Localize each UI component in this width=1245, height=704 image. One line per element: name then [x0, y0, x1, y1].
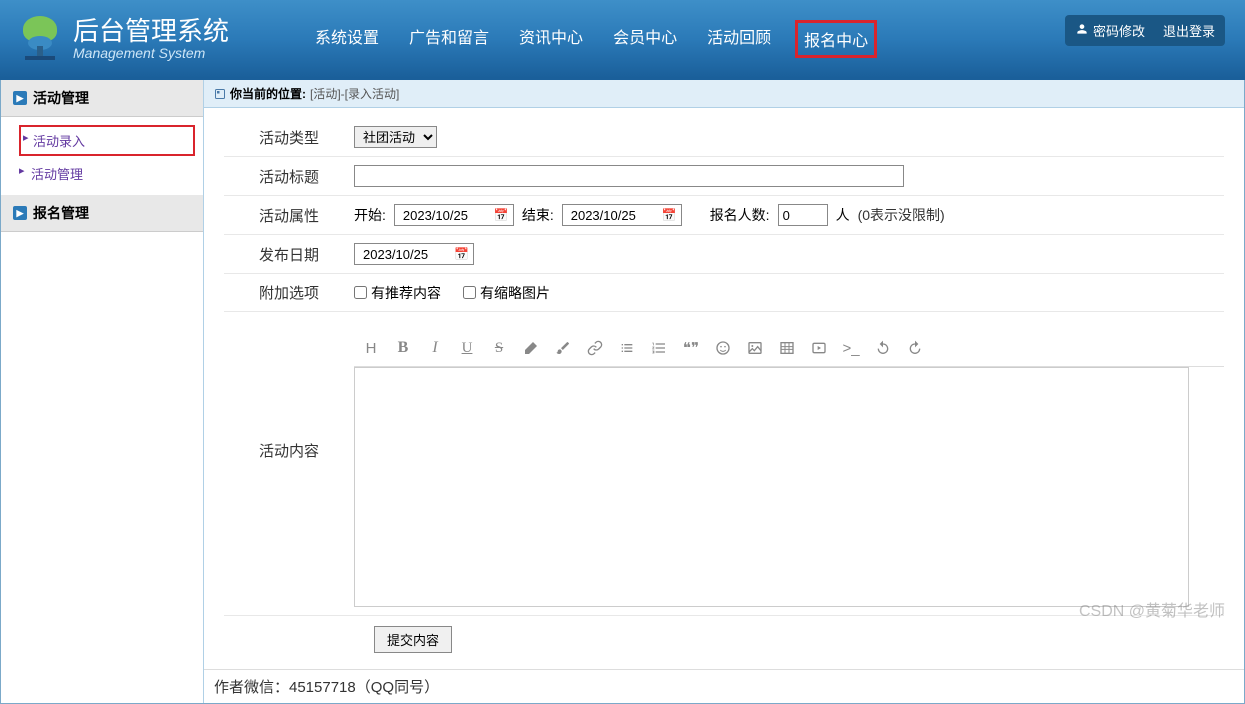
label-activity-type: 活动类型	[224, 127, 354, 148]
editor-image-button[interactable]	[742, 336, 768, 360]
sidebar-section-signup: ▶ 报名管理	[1, 195, 203, 232]
sidebar-section-activity: ▶ 活动管理 活动录入 活动管理	[1, 80, 203, 195]
editor-ol-button[interactable]	[646, 336, 672, 360]
editor-italic-button[interactable]: I	[422, 336, 448, 360]
hint-signup: (0表示没限制)	[858, 205, 945, 225]
change-password-button[interactable]: 密码修改	[1075, 21, 1145, 40]
editor-undo-button[interactable]	[870, 336, 896, 360]
editor-brush-button[interactable]	[550, 336, 576, 360]
label-content: 活动内容	[224, 330, 354, 461]
sidebar-header-activity[interactable]: ▶ 活动管理	[1, 80, 203, 117]
sidebar: ▶ 活动管理 活动录入 活动管理 ▶ 报名管理	[1, 80, 204, 703]
input-end-date-wrap[interactable]: 📅	[562, 204, 682, 226]
label-end: 结束:	[522, 205, 554, 225]
main-content: 你当前的位置: [活动]-[录入活动] 活动类型 社团活动 活动标题 活动属性	[204, 80, 1244, 703]
editor-code-button[interactable]: >_	[838, 336, 864, 360]
editor-quote-button[interactable]: ❝❞	[678, 336, 704, 360]
editor-bold-button[interactable]: B	[390, 336, 416, 360]
editor-video-button[interactable]	[806, 336, 832, 360]
breadcrumb-label: 你当前的位置:	[230, 85, 306, 102]
label-publish-date: 发布日期	[224, 244, 354, 265]
logout-button[interactable]: 退出登录	[1163, 21, 1215, 40]
nav-signup-center[interactable]: 报名中心	[795, 20, 877, 58]
editor-table-button[interactable]	[774, 336, 800, 360]
label-extra-options: 附加选项	[224, 282, 354, 303]
editor-emoji-button[interactable]	[710, 336, 736, 360]
breadcrumb: 你当前的位置: [活动]-[录入活动]	[204, 80, 1244, 108]
editor-textarea[interactable]	[354, 367, 1189, 607]
label-activity-attr: 活动属性	[224, 205, 354, 226]
logo-icon	[15, 14, 65, 64]
nav-news-center[interactable]: 资讯中心	[513, 20, 589, 58]
footer-text: 作者微信：45157718（QQ同号）	[204, 669, 1244, 703]
editor-toolbar: H B I U S ❝❞	[354, 330, 1224, 367]
input-end-date[interactable]	[567, 205, 662, 225]
calendar-icon[interactable]: 📅	[662, 208, 677, 222]
user-area: 密码修改 退出登录	[1065, 15, 1225, 46]
editor-ul-button[interactable]	[614, 336, 640, 360]
submit-button[interactable]: 提交内容	[374, 626, 452, 653]
sidebar-item-activity-entry[interactable]: 活动录入	[19, 125, 195, 156]
editor-strike-button[interactable]: S	[486, 336, 512, 360]
nav-ads-messages[interactable]: 广告和留言	[403, 20, 495, 58]
user-icon	[1075, 22, 1089, 39]
header: 后台管理系统 Management System 系统设置 广告和留言 资讯中心…	[0, 0, 1245, 80]
sidebar-item-activity-manage[interactable]: 活动管理	[1, 158, 203, 189]
location-icon	[214, 88, 226, 100]
editor-heading-button[interactable]: H	[358, 336, 384, 360]
label-start: 开始:	[354, 205, 386, 225]
editor-underline-button[interactable]: U	[454, 336, 480, 360]
editor-eraser-button[interactable]	[518, 336, 544, 360]
checkbox-thumbnail[interactable]: 有缩略图片	[463, 283, 550, 303]
checkbox-thumbnail-input[interactable]	[463, 286, 476, 299]
label-activity-title: 活动标题	[224, 166, 354, 187]
checkbox-recommend[interactable]: 有推荐内容	[354, 283, 441, 303]
input-start-date-wrap[interactable]: 📅	[394, 204, 514, 226]
logout-label: 退出登录	[1163, 21, 1215, 40]
main-nav: 系统设置 广告和留言 资讯中心 会员中心 活动回顾 报名中心	[309, 20, 877, 58]
nav-system-settings[interactable]: 系统设置	[309, 20, 385, 58]
input-start-date[interactable]	[399, 205, 494, 225]
rich-editor: H B I U S ❝❞	[354, 330, 1224, 607]
input-signup-count[interactable]	[778, 204, 828, 226]
label-signup-unit: 人	[836, 205, 850, 225]
calendar-icon[interactable]: 📅	[494, 208, 509, 222]
arrow-icon: ▶	[13, 91, 27, 105]
change-password-label: 密码修改	[1093, 21, 1145, 40]
logo-area: 后台管理系统 Management System	[15, 14, 229, 64]
input-publish-date-wrap[interactable]: 📅	[354, 243, 474, 265]
input-publish-date[interactable]	[359, 244, 454, 264]
sidebar-header-signup[interactable]: ▶ 报名管理	[1, 195, 203, 232]
container: ▶ 活动管理 活动录入 活动管理 ▶ 报名管理 你当前的位置: [活动]-[录入…	[0, 80, 1245, 704]
breadcrumb-path: [活动]-[录入活动]	[310, 85, 399, 102]
calendar-icon[interactable]: 📅	[454, 247, 469, 261]
nav-activity-review[interactable]: 活动回顾	[701, 20, 777, 58]
app-title: 后台管理系统	[73, 17, 229, 46]
form-area: 活动类型 社团活动 活动标题 活动属性 开始: 📅	[204, 108, 1244, 669]
select-activity-type[interactable]: 社团活动	[354, 126, 437, 148]
arrow-icon: ▶	[13, 206, 27, 220]
nav-member-center[interactable]: 会员中心	[607, 20, 683, 58]
label-signup-count: 报名人数:	[710, 205, 770, 225]
editor-link-button[interactable]	[582, 336, 608, 360]
app-subtitle: Management System	[73, 45, 229, 61]
input-activity-title[interactable]	[354, 165, 904, 187]
checkbox-recommend-input[interactable]	[354, 286, 367, 299]
editor-redo-button[interactable]	[902, 336, 928, 360]
